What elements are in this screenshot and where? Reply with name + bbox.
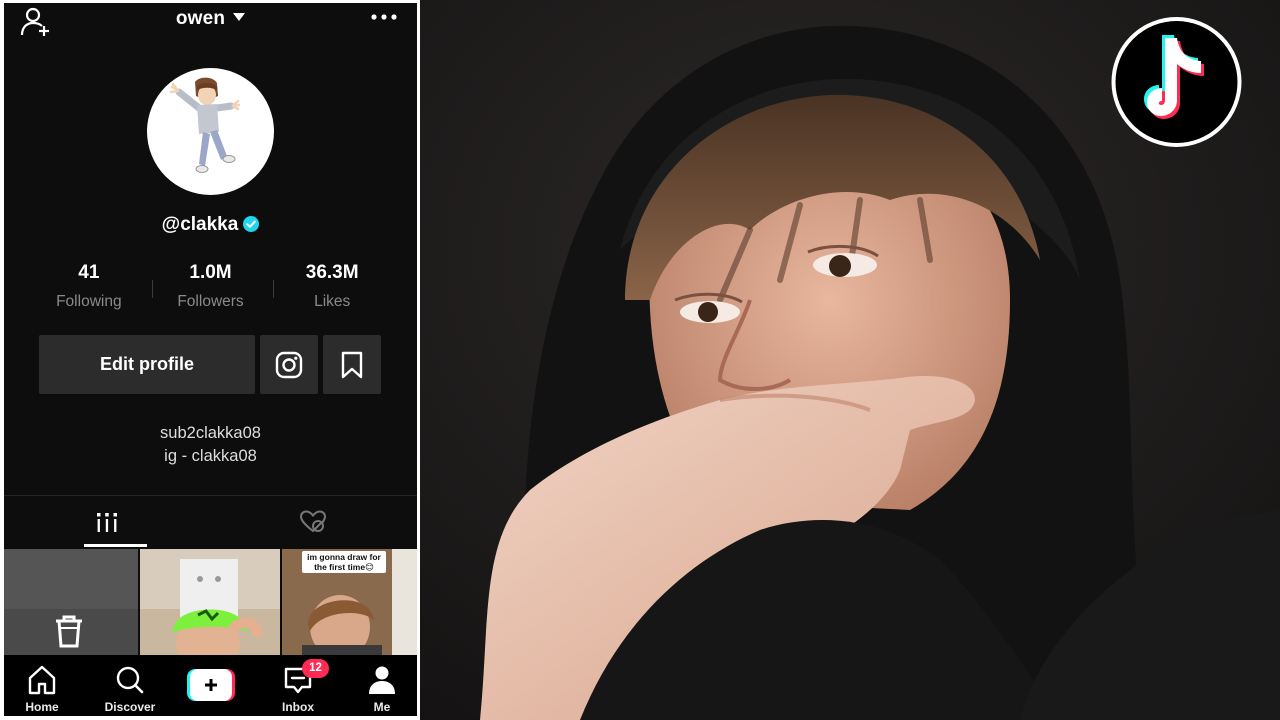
bookmark-icon	[341, 351, 363, 378]
content-tabs	[4, 495, 417, 547]
stat-following[interactable]: 41 Following	[28, 262, 150, 318]
phone-frame: owen @clakka 41 Following 1.0M Followers…	[0, 0, 420, 720]
stat-divider	[152, 280, 153, 298]
search-icon	[116, 666, 144, 694]
account-switcher[interactable]: owen	[4, 8, 417, 30]
stat-value: 1.0M	[189, 262, 232, 283]
stat-value: 36.3M	[305, 262, 359, 283]
bio-line: sub2clakka08	[160, 424, 261, 442]
thumbnail-image	[140, 549, 280, 659]
stat-label: Followers	[177, 293, 244, 310]
active-tab-indicator	[84, 544, 147, 547]
stat-likes: 36.3M Likes	[271, 262, 393, 318]
display-name: owen	[175, 8, 226, 29]
bio-line: ig - clakka08	[164, 447, 257, 465]
tiktok-profile-screen: owen @clakka 41 Following 1.0M Followers…	[4, 3, 417, 716]
liked-hidden-icon	[299, 510, 327, 533]
bottom-navigation: Home Discover Inbox 12 Me	[4, 655, 417, 716]
grid-icon	[97, 513, 117, 532]
profile-bio: sub2clakka08 ig - clakka08	[4, 422, 417, 468]
handle-text: @clakka	[161, 214, 239, 235]
person-icon	[369, 666, 395, 694]
video-thumbnail[interactable]	[140, 549, 280, 659]
favorites-button[interactable]	[323, 335, 381, 394]
chevron-down-icon	[233, 13, 246, 21]
nav-label: Me	[373, 700, 391, 714]
video-grid: im gonna draw for the first time😊	[4, 549, 417, 659]
nav-label: Inbox	[282, 700, 314, 714]
tab-liked[interactable]	[210, 496, 416, 548]
nav-label: Discover	[104, 700, 156, 714]
thumbnail-image	[4, 549, 138, 659]
tab-videos[interactable]	[4, 496, 210, 548]
create-video-button[interactable]	[187, 669, 235, 701]
nav-discover[interactable]: Discover	[92, 663, 168, 714]
instagram-button[interactable]	[260, 335, 318, 394]
edit-profile-button[interactable]: Edit profile	[39, 335, 255, 394]
stat-value: 41	[78, 262, 100, 283]
stat-divider	[273, 280, 274, 298]
cartoon-avatar-image	[169, 77, 241, 173]
video-thumbnail[interactable]: im gonna draw for the first time😊	[282, 549, 417, 659]
instagram-icon	[275, 351, 303, 378]
top-bar: owen	[4, 3, 417, 43]
nav-me[interactable]: Me	[344, 663, 417, 714]
verified-badge-icon	[243, 216, 260, 232]
more-options-icon[interactable]	[370, 12, 398, 22]
profile-stats: 41 Following 1.0M Followers 36.3M Likes	[28, 262, 393, 318]
video-thumbnail[interactable]	[4, 549, 138, 659]
profile-handle: @clakka	[4, 214, 417, 236]
nav-label: Home	[25, 700, 59, 714]
video-caption: im gonna draw for the first time😊	[302, 551, 386, 573]
stat-label: Likes	[314, 293, 351, 310]
stat-label: Following	[56, 293, 122, 310]
avatar[interactable]	[147, 68, 274, 195]
home-icon	[28, 665, 56, 695]
tiktok-logo-icon	[1111, 17, 1242, 147]
inbox-badge: 12	[302, 659, 329, 678]
nav-home[interactable]: Home	[4, 663, 80, 714]
stat-followers[interactable]: 1.0M Followers	[150, 262, 272, 318]
